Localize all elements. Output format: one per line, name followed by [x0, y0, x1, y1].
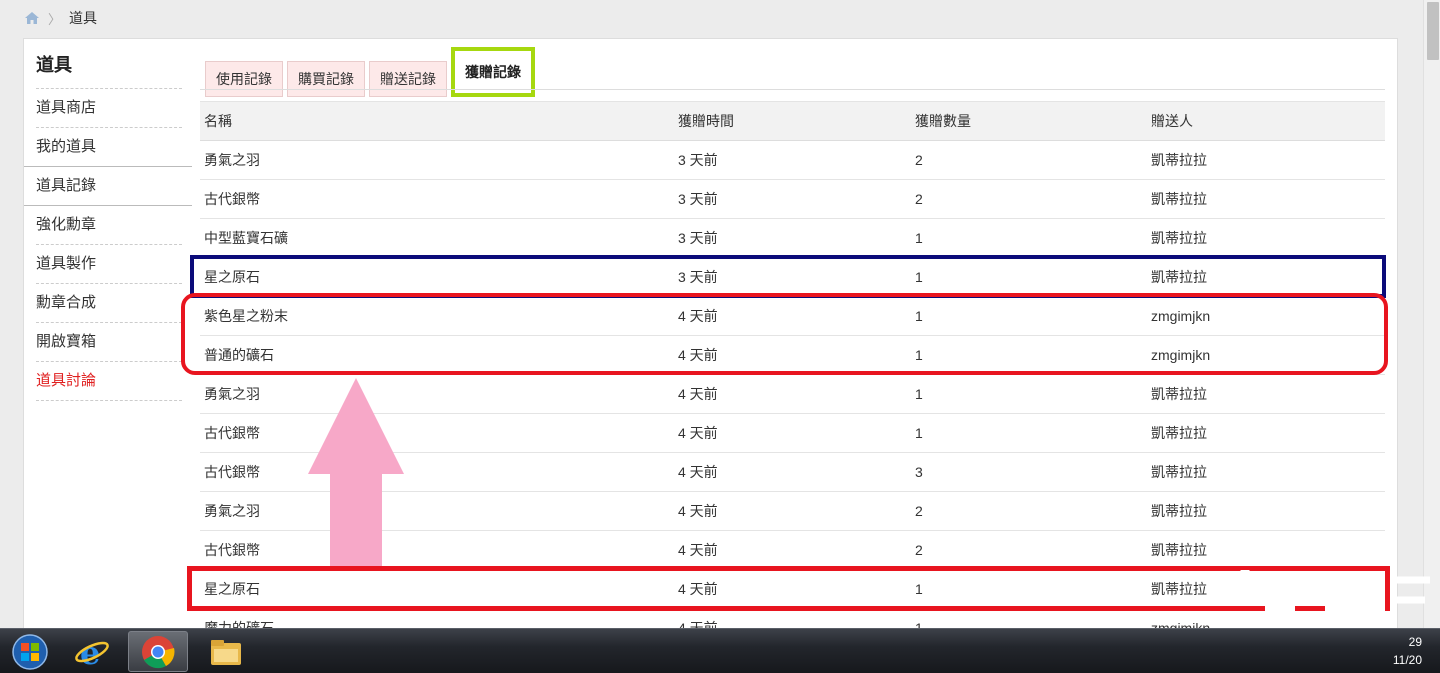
internet-explorer-icon: e — [75, 634, 109, 670]
annotation-blue-box — [190, 255, 1386, 298]
breadcrumb-separator: 〉 — [48, 11, 62, 27]
column-header-quantity[interactable]: 獲贈數量 — [911, 101, 1147, 141]
cell-name: 古代銀幣 — [200, 452, 674, 492]
cell-quantity: 2 — [911, 140, 1147, 180]
table-header-row: 名稱 獲贈時間 獲贈數量 贈送人 — [200, 101, 1385, 141]
windows-taskbar: e 29 11/20 — [0, 628, 1440, 673]
sidebar-divider — [24, 205, 192, 206]
sidebar-item-enhance-medal[interactable]: 強化勳章 — [36, 206, 182, 245]
scrollbar-thumb[interactable] — [1427, 2, 1439, 60]
cell-time: 3 天前 — [674, 179, 911, 219]
cell-quantity: 2 — [911, 179, 1147, 219]
cell-time: 4 天前 — [674, 374, 911, 414]
column-header-name[interactable]: 名稱 — [200, 101, 674, 141]
cell-sender: 凱蒂拉拉 — [1147, 374, 1385, 414]
cell-time: 4 天前 — [674, 452, 911, 492]
table-row: 中型藍寶石礦 3 天前 1 凱蒂拉拉 — [200, 218, 1385, 258]
cell-name: 勇氣之羽 — [200, 374, 674, 414]
sidebar-item-my-items[interactable]: 我的道具 — [36, 128, 182, 167]
cell-name: 勇氣之羽 — [200, 140, 674, 180]
file-explorer-icon — [211, 639, 241, 665]
sidebar-item-discussion[interactable]: 道具討論 — [36, 362, 182, 401]
taskbar-chrome-button[interactable] — [128, 631, 188, 672]
sidebar-item-crafting[interactable]: 道具製作 — [36, 245, 182, 284]
chrome-icon — [142, 635, 175, 668]
sidebar-item-medal-synthesis[interactable]: 勳章合成 — [36, 284, 182, 323]
cell-name: 古代銀幣 — [200, 179, 674, 219]
tab-usage-records[interactable]: 使用記錄 — [205, 61, 283, 97]
cell-name: 古代銀幣 — [200, 413, 674, 453]
sidebar-item-open-chest[interactable]: 開啟寶箱 — [36, 323, 182, 362]
breadcrumb-current: 道具 — [69, 10, 98, 26]
table-row: 勇氣之羽 3 天前 2 凱蒂拉拉 — [200, 140, 1385, 180]
cell-time: 3 天前 — [674, 140, 911, 180]
cell-quantity: 1 — [911, 218, 1147, 258]
cell-name: 古代銀幣 — [200, 530, 674, 570]
annotation-up-arrow-icon — [308, 378, 404, 566]
table-row: 古代銀幣 3 天前 2 凱蒂拉拉 — [200, 179, 1385, 219]
tab-purchase-records[interactable]: 購買記錄 — [287, 61, 365, 97]
sidebar-item-records[interactable]: 道具記錄 — [36, 167, 182, 206]
taskbar-ie-button[interactable]: e — [62, 631, 122, 672]
column-header-sender[interactable]: 贈送人 — [1147, 101, 1385, 141]
system-clock[interactable]: 29 11/20 — [1393, 633, 1422, 669]
sidebar-title: 道具 — [36, 51, 182, 89]
cell-sender: 凱蒂拉拉 — [1147, 179, 1385, 219]
clock-date: 11/20 — [1392, 653, 1422, 667]
tab-underline — [200, 89, 1385, 90]
start-button[interactable] — [0, 631, 60, 672]
taskbar-explorer-button[interactable] — [196, 631, 256, 672]
cell-sender: 凱蒂拉拉 — [1147, 218, 1385, 258]
cell-sender: 凱蒂拉拉 — [1147, 413, 1385, 453]
record-tabs: 使用記錄 購買記錄 贈送記錄 獲贈記錄 — [205, 47, 539, 97]
home-icon[interactable] — [24, 11, 40, 25]
cell-quantity: 1 — [911, 374, 1147, 414]
cell-name: 中型藍寶石礦 — [200, 218, 674, 258]
cell-sender: 凱蒂拉拉 — [1147, 491, 1385, 531]
column-header-time[interactable]: 獲贈時間 — [674, 101, 911, 141]
cell-quantity: 2 — [911, 491, 1147, 531]
sidebar: 道具 道具商店 我的道具 道具記錄 強化勳章 道具製作 勳章合成 開啟寶箱 道具… — [24, 51, 192, 401]
clock-time: 29 — [1408, 635, 1422, 649]
tab-gift-sent-records[interactable]: 贈送記錄 — [369, 61, 447, 97]
annotation-red-rounded-box — [181, 293, 1388, 375]
cell-name: 勇氣之羽 — [200, 491, 674, 531]
cell-quantity: 2 — [911, 530, 1147, 570]
breadcrumb: 〉 道具 — [24, 8, 97, 28]
vertical-scrollbar[interactable] — [1423, 0, 1440, 630]
cell-time: 4 天前 — [674, 530, 911, 570]
cell-time: 4 天前 — [674, 491, 911, 531]
svg-text:e: e — [80, 634, 100, 670]
cell-time: 3 天前 — [674, 218, 911, 258]
cell-sender: 凱蒂拉拉 — [1147, 140, 1385, 180]
sidebar-item-shop[interactable]: 道具商店 — [36, 89, 182, 128]
cell-time: 4 天前 — [674, 413, 911, 453]
cell-quantity: 1 — [911, 413, 1147, 453]
start-orb-icon — [12, 633, 48, 670]
cell-quantity: 3 — [911, 452, 1147, 492]
cell-sender: 凱蒂拉拉 — [1147, 452, 1385, 492]
sidebar-divider — [24, 166, 192, 167]
